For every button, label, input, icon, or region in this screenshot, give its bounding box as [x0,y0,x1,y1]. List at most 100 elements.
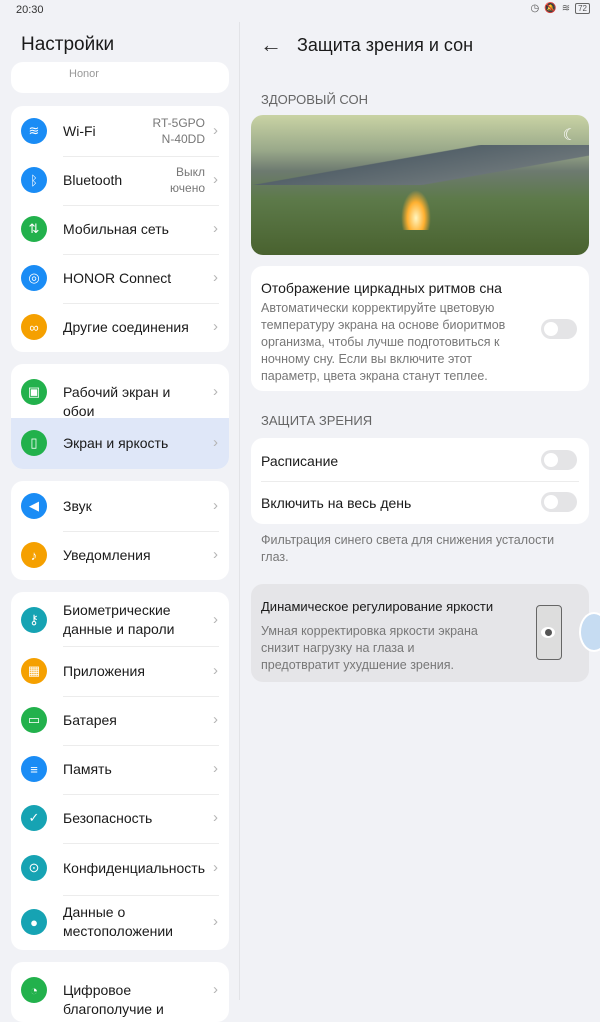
honor-connect-icon: ◎ [21,265,47,291]
circadian-title: Отображение циркадных ритмов сна [261,280,502,296]
sidebar-item[interactable]: ♪ Уведомления › [11,531,229,581]
settings-group: ≋ Wi-Fi RT-5GPO N-40DD › ᛒ Bluetooth Выкл… [11,106,229,352]
wellbeing-icon: ◔ [21,977,47,1003]
key-icon: ⚷ [21,607,47,633]
chevron-right-icon: › [213,913,218,930]
chevron-right-icon: › [213,318,218,335]
chevron-right-icon: › [213,611,218,628]
chevron-right-icon: › [213,434,218,451]
sidebar-item-label: Другие соединения [63,319,189,335]
sidebar-item[interactable]: ᛒ Bluetooth Выкл ючено › [11,156,229,205]
section-healthy-sleep: ЗДОРОВЫЙ СОН [261,92,369,107]
chevron-right-icon: › [213,662,218,679]
alarm-icon: ◷ [530,3,540,14]
eye-card: Расписание Включить на весь день [251,438,589,524]
sidebar-item-label: Звук [63,498,92,514]
blue-light-footnote: Фильтрация синего света для снижения уст… [261,533,555,564]
section-eye-protection: ЗАЩИТА ЗРЕНИЯ [261,413,373,428]
circadian-desc: Автоматически корректируйте цветовую тем… [261,301,506,383]
page-title: Защита зрения и сон [297,35,474,55]
status-icons: ◷ 🔕 ≋ 72 [531,3,590,14]
mute-icon: 🔕 [544,3,557,14]
sidebar-item[interactable]: ▭ Батарея › [11,696,229,745]
schedule-label: Расписание [261,453,339,469]
floating-assistant-button[interactable] [579,612,600,652]
circadian-toggle[interactable] [541,319,577,339]
moon-icon: ☾ [562,127,577,144]
settings-group: ◔ Цифровое благополучие и › [11,962,229,1022]
location-icon: ● [21,909,47,935]
partial-card: Honor [11,62,229,93]
chevron-right-icon: › [213,220,218,237]
sidebar-item[interactable]: ◔ Цифровое благополучие и › [11,962,229,1022]
chevron-right-icon: › [213,981,218,998]
sidebar-item-value: RT-5GPO N-40DD [152,116,205,146]
dynamic-title: Динамическое регулирование яркости [261,599,494,614]
sidebar-item-label: Приложения [63,663,145,679]
sidebar-item[interactable]: ≡ Память › [11,745,229,794]
sound-icon: ◀ [21,493,47,519]
wifi-icon: ≋ [21,118,47,144]
sidebar-item[interactable]: ▯ Экран и яркость › [11,417,229,469]
sidebar-item-label: Экран и яркость [63,435,169,451]
mobile-network-icon: ⇅ [21,216,47,242]
settings-title: Настройки [21,34,115,55]
battery-icon: ▭ [21,707,47,733]
privacy-icon: ⊙ [21,855,47,881]
sidebar-item-label: Цифровое благополучие и [63,982,164,1017]
chevron-right-icon: › [213,383,218,400]
wifi-status-icon: ≋ [561,3,571,14]
sidebar-item-label: Мобильная сеть [63,221,169,237]
sidebar-item-label: Данные о местоположении [63,904,173,939]
chevron-right-icon: › [213,497,218,514]
settings-group: ▣ Рабочий экран и обои › ▯ Экран и яркост… [11,364,229,469]
sidebar-item-label: HONOR Connect [63,270,172,286]
sidebar-item[interactable]: ▣ Рабочий экран и обои › [11,364,229,419]
sidebar-item[interactable]: ⇅ Мобильная сеть › [11,205,229,254]
all-day-toggle[interactable] [541,492,577,512]
wallpaper-icon: ▣ [21,379,47,405]
chevron-right-icon: › [213,546,218,563]
storage-icon: ≡ [21,756,47,782]
sidebar-item-value: Выкл ючено [170,165,205,195]
chevron-right-icon: › [213,760,218,777]
sidebar-item[interactable]: ∞ Другие соединения › [11,303,229,353]
sidebar-item[interactable]: ✓ Безопасность › [11,794,229,844]
back-arrow-icon[interactable]: ← [260,32,282,58]
campfire-illustration: ☾ [251,115,589,255]
settings-group: ◀ Звук › ♪ Уведомления › [11,481,229,580]
sidebar-item-label: Конфиденциальность [63,860,206,876]
schedule-toggle[interactable] [541,450,577,470]
chevron-right-icon: › [213,711,218,728]
sidebar-item[interactable]: ⊙ Конфиденциальность › [11,843,229,895]
status-time: 20:30 [16,4,44,16]
sidebar-item-label: Память [63,761,112,777]
sidebar-item[interactable]: ◀ Звук › [11,481,229,531]
sidebar-item-label: Безопасность [63,810,153,826]
chevron-right-icon: › [213,859,218,876]
sidebar-item[interactable]: ≋ Wi-Fi RT-5GPO N-40DD › [11,106,229,156]
sidebar-item[interactable]: ⚷ Биометрические данные и пароли › [11,592,229,646]
pane-divider [239,22,240,1000]
circadian-card[interactable]: Отображение циркадных ритмов сна Автомат… [251,266,589,391]
dynamic-brightness-card[interactable]: Динамическое регулирование яркости Умная… [251,584,600,682]
chevron-right-icon: › [213,171,218,188]
sidebar-item[interactable]: ● Данные о местоположении › [11,895,229,950]
sidebar-item-label: Биометрические данные и пароли [63,602,175,637]
chevron-right-icon: › [213,269,218,286]
dynamic-desc: Умная корректировка яркости экрана снизи… [261,624,478,672]
sidebar-item-label: Рабочий экран и обои [63,384,171,419]
phone-eye-icon [536,605,562,660]
settings-group: ⚷ Биометрические данные и пароли › ▦ Прил… [11,592,229,950]
partial-item: Honor [69,68,99,80]
apps-icon: ▦ [21,658,47,684]
bluetooth-icon: ᛒ [21,167,47,193]
sidebar-item-label: Уведомления [63,547,151,563]
all-day-label: Включить на весь день [261,495,412,511]
sidebar-item[interactable]: ◎ HONOR Connect › [11,254,229,303]
link-icon: ∞ [21,314,47,340]
sidebar-item[interactable]: ▦ Приложения › [11,646,229,696]
chevron-right-icon: › [213,122,218,139]
bell-icon: ♪ [21,542,47,568]
display-icon: ▯ [21,430,47,456]
